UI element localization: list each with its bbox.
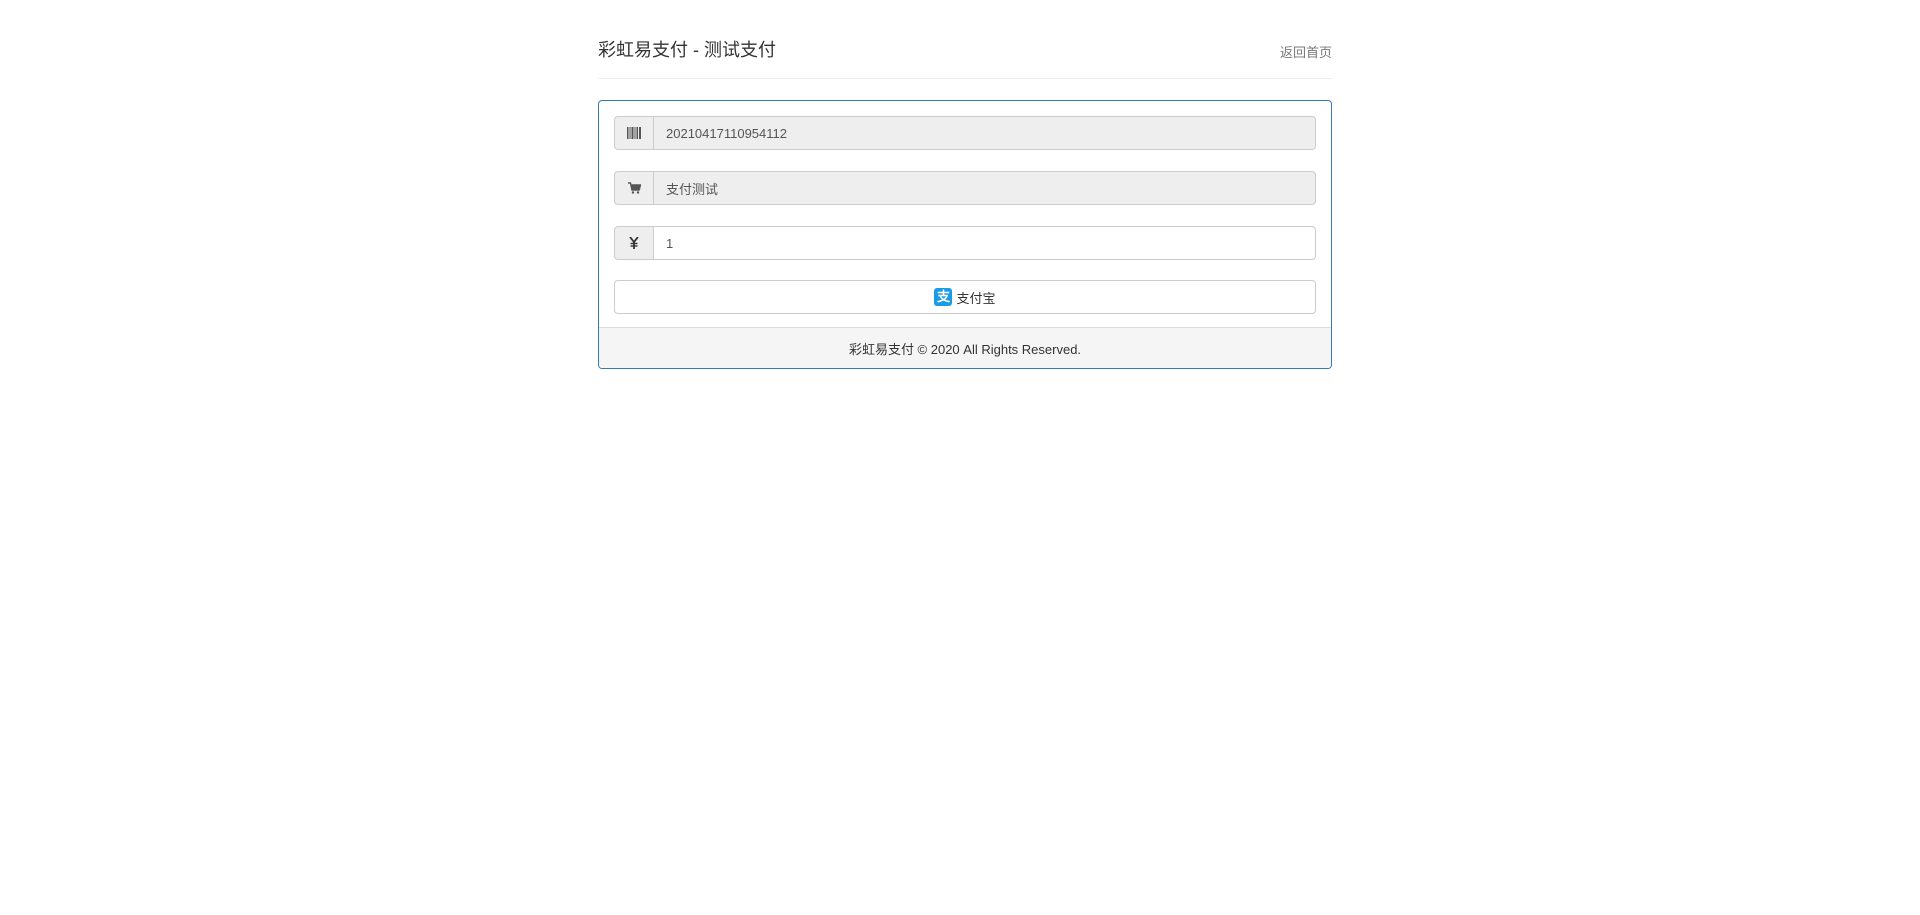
alipay-button[interactable]: 支 支付宝 (614, 280, 1316, 314)
order-number-group (614, 116, 1316, 150)
page-title: 彩虹易支付 - 测试支付 (598, 40, 776, 60)
copyright-text: 彩虹易支付 © 2020 All Rights Reserved. (848, 341, 1082, 357)
amount-group (614, 226, 1316, 260)
barcode-icon (614, 116, 653, 150)
payment-panel: 支 支付宝 彩虹易支付 © 2020 All Rights Reserved. (598, 100, 1332, 369)
panel-footer: 彩虹易支付 © 2020 All Rights Reserved. (599, 327, 1331, 368)
yen-icon (614, 226, 653, 260)
product-name-group (614, 171, 1316, 205)
page-header: 彩虹易支付 - 测试支付 返回首页 (598, 0, 1332, 79)
alipay-icon: 支 (934, 288, 953, 306)
cart-icon (614, 171, 653, 205)
page-container: 彩虹易支付 - 测试支付 返回首页 20210417110954112 支付测试… (598, 0, 1332, 369)
alipay-button-label: 支付宝 (956, 290, 996, 306)
panel-body: 支 支付宝 (614, 116, 1316, 314)
order-number-input[interactable] (653, 116, 1316, 150)
product-name-input[interactable] (653, 171, 1316, 205)
amount-input[interactable] (653, 226, 1316, 260)
home-link[interactable]: 返回首页 (1280, 42, 1332, 61)
